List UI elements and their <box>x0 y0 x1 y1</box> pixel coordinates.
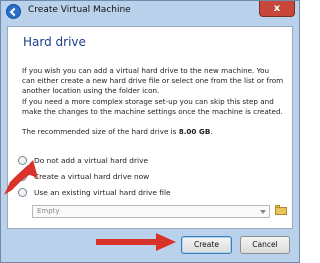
arrow-to-create-option-icon <box>4 160 38 195</box>
annotation-arrows <box>4 160 176 251</box>
arrow-to-create-button-icon <box>96 233 176 251</box>
